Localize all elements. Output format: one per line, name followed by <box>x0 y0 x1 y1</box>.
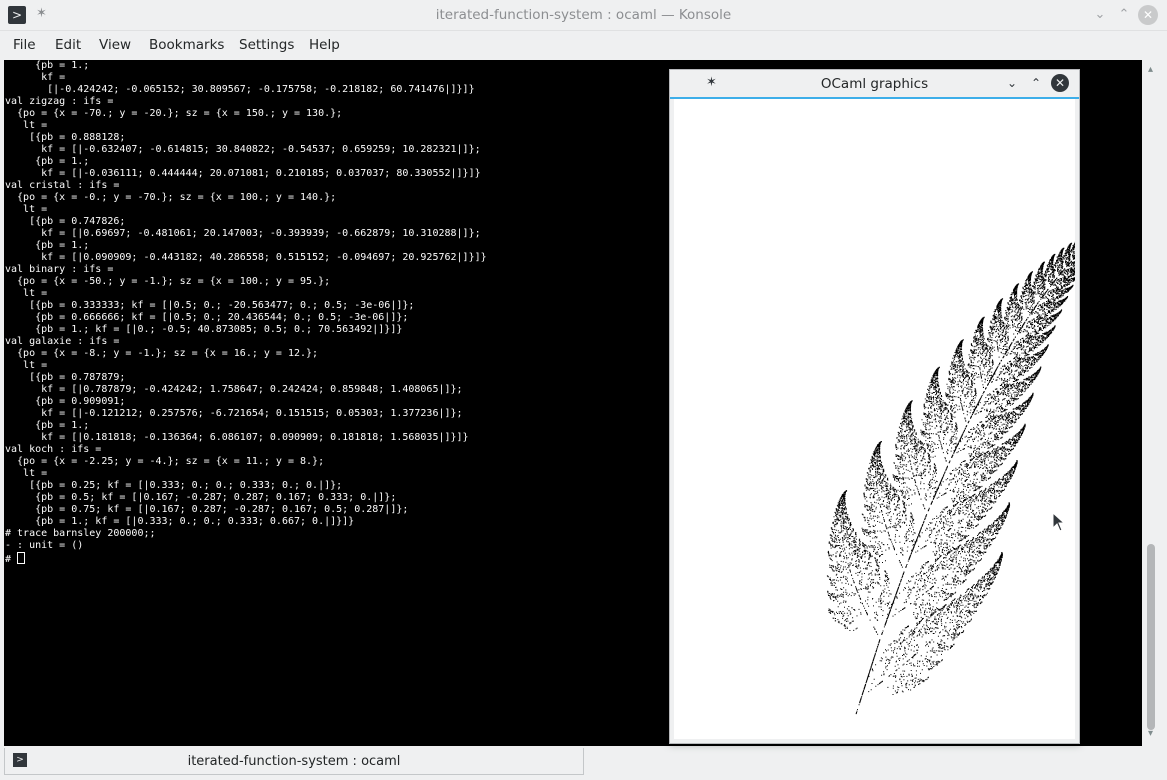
window-titlebar[interactable]: > ✶ iterated-function-system : ocaml — K… <box>0 0 1167 31</box>
session-tab-label: iterated-function-system : ocaml <box>187 754 401 769</box>
menu-help[interactable]: Help <box>309 37 340 53</box>
menu-settings[interactable]: Settings <box>239 37 294 53</box>
close-icon[interactable]: ✕ <box>1051 74 1069 92</box>
terminal-output: {pb = 1.; kf = [|-0.424242; -0.065152; 3… <box>5 60 487 565</box>
mouse-pointer-icon <box>1052 512 1066 532</box>
scroll-down-arrow-icon[interactable]: ▾ <box>1148 728 1153 739</box>
close-icon[interactable]: ✕ <box>1138 5 1158 25</box>
barnsley-fern-image <box>826 241 1075 715</box>
minimize-icon[interactable]: ⌄ <box>1090 5 1110 25</box>
scroll-up-arrow-icon[interactable]: ▴ <box>1148 64 1153 75</box>
maximize-icon[interactable]: ⌃ <box>1114 5 1134 25</box>
menu-view[interactable]: View <box>99 37 131 53</box>
terminal-scrollbar[interactable]: ▴ ▾ <box>1143 60 1164 746</box>
maximize-icon[interactable]: ⌃ <box>1027 74 1045 92</box>
menu-edit[interactable]: Edit <box>55 37 81 53</box>
window-title: iterated-function-system : ocaml — Konso… <box>435 7 732 23</box>
menu-file[interactable]: File <box>13 37 36 53</box>
menu-bookmarks[interactable]: Bookmarks <box>149 37 224 53</box>
ocaml-graphics-window[interactable]: ✶ OCaml graphics ⌄ ⌃ ✕ <box>669 69 1080 744</box>
scrollbar-thumb[interactable] <box>1147 544 1155 730</box>
terminal-cursor <box>17 552 26 564</box>
menubar: File Edit View Bookmarks Settings Help <box>0 31 1167 59</box>
graphics-titlebar[interactable]: ✶ OCaml graphics ⌄ ⌃ ✕ <box>670 70 1079 99</box>
session-tabbar: > iterated-function-system : ocaml <box>0 748 1167 780</box>
fern-points <box>826 241 1075 715</box>
session-tab[interactable]: > iterated-function-system : ocaml <box>4 748 584 775</box>
graphics-canvas[interactable] <box>674 99 1075 739</box>
minimize-icon[interactable]: ⌄ <box>1003 74 1021 92</box>
